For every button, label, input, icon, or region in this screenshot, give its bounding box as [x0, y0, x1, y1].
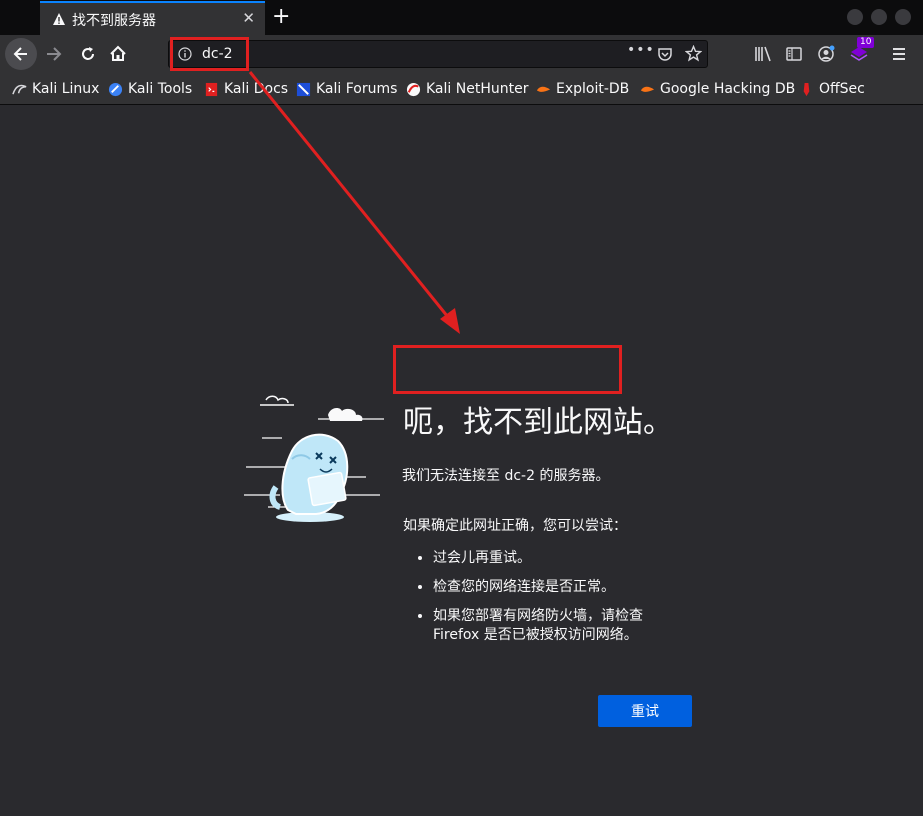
- bookmark-kali-tools[interactable]: Kali Tools: [108, 80, 192, 98]
- page-actions-menu-icon[interactable]: •••: [627, 42, 655, 58]
- tab-strip: 找不到服务器 ✕ +: [0, 0, 923, 35]
- suggestions-list: 过会儿再重试。 检查您的网络连接是否正常。 如果您部署有网络防火墙，请检查 Fi…: [418, 549, 693, 655]
- kali-docs-icon: [205, 82, 218, 96]
- suggestion-item: 过会儿再重试。: [433, 549, 693, 568]
- error-title: 呃，找不到此网站。: [403, 405, 673, 440]
- exploit-db-icon: [536, 86, 551, 92]
- bookmarks-toolbar: Kali Linux Kali Tools Kali Docs Kali For…: [0, 73, 923, 105]
- kali-tools-icon: [108, 82, 123, 96]
- error-page: 呃，找不到此网站。 我们无法连接至 dc-2 的服务器。 如果确定此网址正确，您…: [0, 105, 923, 816]
- bookmark-label: Kali Linux: [32, 81, 100, 97]
- bookmark-exploit-db[interactable]: Exploit-DB: [536, 80, 629, 98]
- home-icon[interactable]: [108, 44, 128, 64]
- bookmark-google-hacking-db[interactable]: Google Hacking DB: [640, 80, 795, 98]
- suggestion-item: 如果您部署有网络防火墙，请检查 Firefox 是否已被授权访问网络。: [433, 607, 693, 645]
- suggestion-item: 检查您的网络连接是否正常。: [433, 578, 693, 597]
- bookmark-kali-linux[interactable]: Kali Linux: [12, 80, 99, 98]
- error-subtitle: 我们无法连接至 dc-2 的服务器。: [402, 468, 610, 484]
- bookmark-label: Kali Tools: [128, 81, 193, 97]
- bookmark-label: OffSec: [819, 81, 865, 97]
- close-window-button[interactable]: [895, 9, 911, 25]
- tab-title: 找不到服务器: [72, 13, 156, 29]
- bookmark-kali-nethunter[interactable]: Kali NetHunter: [406, 80, 528, 98]
- bookmark-kali-forums[interactable]: Kali Forums: [296, 80, 397, 98]
- nethunter-icon: [406, 82, 421, 96]
- bookmark-offsec[interactable]: OffSec: [799, 80, 865, 98]
- maximize-button[interactable]: [871, 9, 887, 25]
- tab-active[interactable]: 找不到服务器 ✕: [40, 1, 265, 35]
- minimize-button[interactable]: [847, 9, 863, 25]
- extension-badge: 10: [857, 37, 875, 48]
- bookmark-star-icon[interactable]: [685, 45, 702, 62]
- bookmark-label: Kali Docs: [224, 81, 289, 97]
- url-bar[interactable]: dc-2 •••: [168, 40, 708, 68]
- subtitle-highlight-box: [393, 345, 622, 394]
- sidebar-icon[interactable]: [786, 46, 802, 62]
- ghdb-icon: [640, 86, 655, 92]
- dinosaur-illustration-icon: [244, 395, 384, 522]
- reload-icon[interactable]: [78, 44, 98, 64]
- nav-toolbar: dc-2 ••• 10: [0, 35, 923, 73]
- bookmark-label: Exploit-DB: [556, 81, 630, 97]
- error-prompt: 如果确定此网址正确，您可以尝试：: [403, 518, 627, 534]
- offsec-icon: [803, 82, 810, 96]
- bookmark-label: Google Hacking DB: [660, 81, 796, 97]
- kali-dragon-icon: [12, 84, 27, 94]
- library-icon[interactable]: [754, 46, 772, 62]
- bookmark-label: Kali NetHunter: [426, 81, 529, 97]
- back-arrow-icon: [13, 47, 27, 61]
- pocket-icon[interactable]: [657, 46, 673, 62]
- hamburger-menu-icon[interactable]: [891, 46, 907, 62]
- forward-icon[interactable]: [44, 44, 64, 64]
- tab-close-icon[interactable]: ✕: [242, 9, 255, 27]
- bookmark-kali-docs[interactable]: Kali Docs: [204, 80, 288, 98]
- retry-button[interactable]: 重试: [598, 695, 692, 727]
- new-tab-button[interactable]: +: [272, 4, 290, 29]
- url-highlight-box: [170, 37, 249, 71]
- kali-forums-icon: [296, 82, 311, 96]
- back-button[interactable]: [5, 38, 37, 70]
- bookmark-label: Kali Forums: [316, 81, 398, 97]
- warning-icon: [53, 13, 65, 25]
- account-icon[interactable]: [817, 45, 835, 63]
